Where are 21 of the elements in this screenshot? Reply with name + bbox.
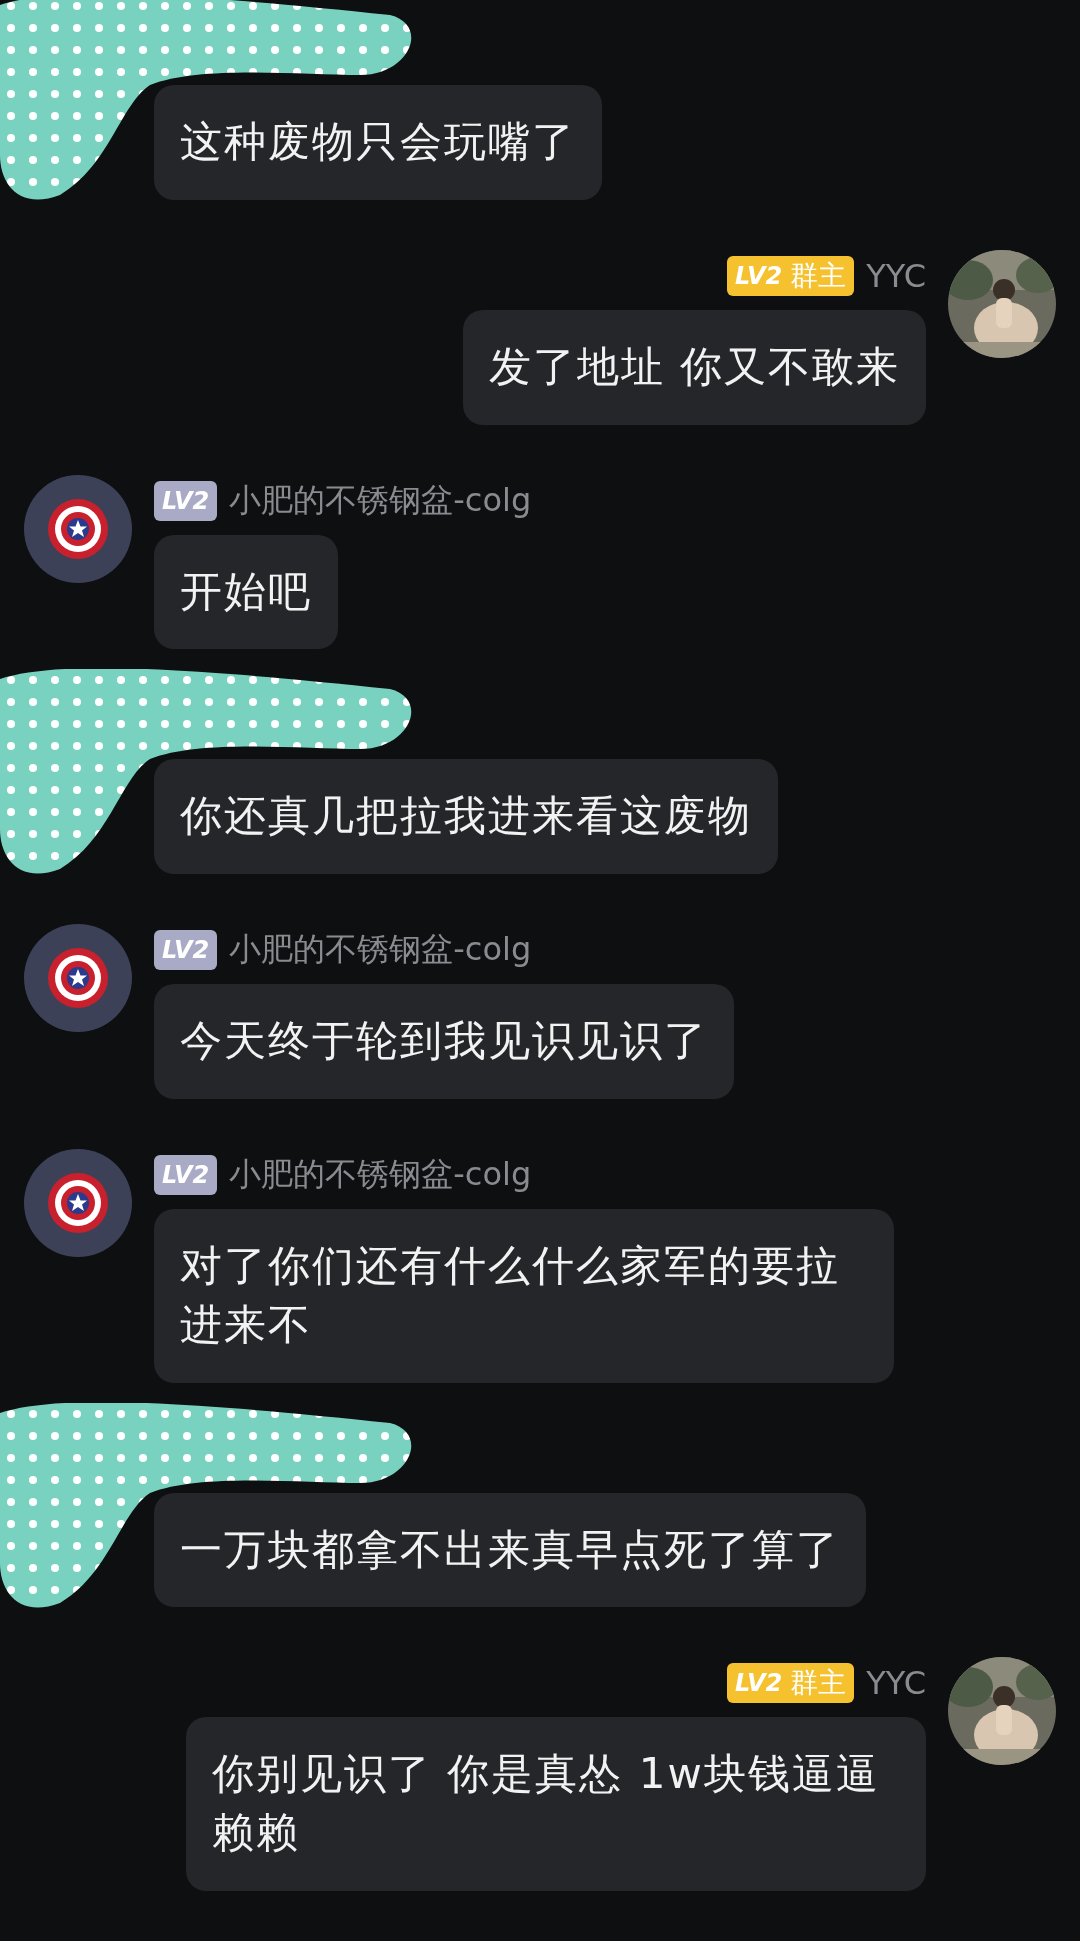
message-bubble: 今天终于轮到我见识见识了 [154, 984, 734, 1099]
message-bubble: 你还真几把拉我进来看这废物 [154, 759, 778, 875]
user-name: 小肥的不锈钢盆-colg [229, 1154, 532, 1195]
user-name: 小肥的不锈钢盆-colg [229, 929, 532, 971]
message-bubble: 你别见识了 你是真怂 1w块钱逼逼赖赖 [186, 1717, 926, 1891]
shield-avatar-icon [24, 924, 132, 1033]
user-name: YYC [866, 256, 926, 295]
shield-avatar-icon [24, 1149, 132, 1257]
level-badge: LV2 [154, 480, 218, 521]
level-badge: LV2 [154, 1155, 218, 1195]
message-bubble: 开始吧 [154, 534, 338, 650]
message-bubble: 这种废物只会玩嘴了 [154, 85, 602, 200]
user-name: 小肥的不锈钢盆-colg [229, 479, 532, 521]
user-name: YYC [866, 1664, 926, 1703]
level-badge: LV2 [154, 930, 218, 971]
message-bubble: 对了你们还有什么什么家军的要拉进来不 [154, 1209, 894, 1383]
level-badge: LV2 群主 [727, 1663, 855, 1704]
message-bubble: 发了地址 你又不敢来 [462, 309, 926, 425]
shield-avatar-icon [24, 474, 132, 583]
message-bubble: 一万块都拿不出来真早点死了算了 [154, 1492, 866, 1608]
level-badge: LV2 群主 [727, 255, 855, 296]
